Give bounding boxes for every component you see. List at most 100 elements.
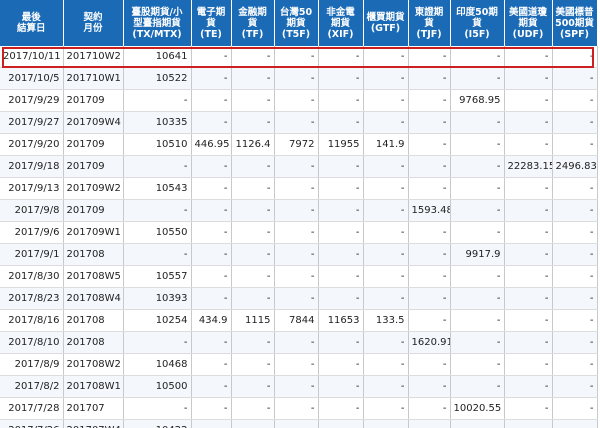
price-cell: 11955 [318,133,364,156]
price-cell: - [363,353,409,376]
price-cell: 10500 [123,375,192,398]
price-cell: - [274,46,319,68]
table-row: 2017/9/1 201708- - - - - - -9917.9- - [0,243,598,266]
price-cell: - [363,243,409,266]
column-header-line: 櫃買期貨 [366,12,405,23]
price-cell: - [504,397,553,420]
price-cell: - [318,353,364,376]
price-cell: - [231,199,275,222]
price-cell: - [408,221,451,244]
price-cell: - [274,397,319,420]
settlement-date-cell: 2017/9/27 [0,111,64,134]
price-cell: - [318,375,364,398]
price-cell: - [408,243,451,266]
table-row: 2017/9/13 201709W2 10543- - - - - - - - - [0,177,598,200]
price-cell: - [408,287,451,310]
price-cell: - [123,155,192,178]
price-cell: - [191,111,232,134]
price-cell: - [408,111,451,134]
price-cell: 10393 [123,287,192,310]
contract-month-cell: 201710W2 [63,46,124,68]
price-cell: - [450,46,505,68]
price-cell: - [318,177,364,200]
price-cell: - [231,265,275,288]
price-cell: - [274,353,319,376]
settlement-table-view: 最後 結算日 契約 月份 臺股期貨/小 型臺指期貨 (TX/MTX) 電子期貨 (TE) 金融期貨… [0,0,600,428]
column-header-line: 金融期 [238,6,267,18]
price-cell: - [318,243,364,266]
price-cell: - [363,419,409,428]
price-cell: - [363,331,409,354]
price-cell: - [552,46,598,68]
settlement-date-cell: 2017/8/23 [0,287,64,310]
price-cell: - [450,133,505,156]
price-cell: - [191,46,232,68]
settlement-date-cell: 2017/10/5 [0,67,64,90]
price-cell: - [318,287,364,310]
price-cell: - [191,199,232,222]
price-cell: - [274,199,319,222]
price-cell: - [408,133,451,156]
price-cell: - [504,177,553,200]
price-cell: 11653 [318,309,364,332]
price-cell: - [552,67,598,90]
price-cell: - [450,375,505,398]
price-cell: - [318,199,364,222]
contract-month-cell: 201709 [63,155,124,178]
price-cell: - [363,155,409,178]
price-cell: - [191,353,232,376]
table-row: 2017/9/8 201709- - - - - -1593.48- - - [0,199,598,222]
price-cell: 10510 [123,133,192,156]
price-cell: - [318,221,364,244]
price-cell: - [274,111,319,134]
table-row: 2017/8/2 201708W1 10500- - - - - - - - - [0,375,598,398]
price-cell: - [552,287,598,310]
price-cell: 10550 [123,221,192,244]
table-row: 2017/8/23 201708W4 10393- - - - - - - - - [0,287,598,310]
price-cell: - [123,243,192,266]
price-cell: - [318,265,364,288]
price-cell: - [231,221,275,244]
table-row: 2017/10/5 201710W1 10522- - - - - - - - - [0,67,598,90]
price-cell: - [552,243,598,266]
price-cell: - [363,46,409,68]
contract-month-cell: 201709W4 [63,111,124,134]
price-cell: - [231,375,275,398]
table-row: 2017/9/6 201709W1 10550- - - - - - - - - [0,221,598,244]
price-cell: - [408,46,451,68]
price-cell: - [552,419,598,428]
column-header-line: (GTF) [370,23,401,34]
column-header-line: (T5F) [281,28,311,40]
column-header: 金融期貨 (TF) [231,0,275,46]
price-cell: - [231,46,275,68]
price-cell: - [504,199,553,222]
table-header: 最後 結算日 契約 月份 臺股期貨/小 型臺指期貨 (TX/MTX) 電子期貨 (TE) 金融期貨… [0,0,598,46]
column-header: 契約 月份 [63,0,124,46]
settlement-date-cell: 2017/9/6 [0,221,64,244]
price-cell: - [552,177,598,200]
price-cell: - [552,221,598,244]
price-cell: - [552,265,598,288]
price-cell: - [191,419,232,428]
table-row: 2017/8/16 201708 10254 434.9 1115 7844 11653 13… [0,309,598,332]
contract-month-cell: 201707W4 [63,419,124,428]
settlement-date-cell: 2017/8/30 [0,265,64,288]
price-cell: 133.5 [363,309,409,332]
price-cell: - [274,89,319,112]
price-cell: - [504,419,553,428]
settlement-date-cell: 2017/8/10 [0,331,64,354]
table-row: 2017/8/9 201708W2 10468- - - - - - - - - [0,353,598,376]
column-header-line: 東證期貨 [414,6,444,29]
table-row: 2017/10/11 201710W2 10641- - - - - - - - - [0,46,598,68]
price-cell: 10641 [123,46,192,68]
price-cell: - [504,67,553,90]
price-cell: - [318,331,364,354]
column-header-line: (XIF) [327,28,354,40]
price-cell: - [274,221,319,244]
price-cell: 7844 [274,309,319,332]
price-cell: - [231,287,275,310]
contract-month-cell: 201709 [63,89,124,112]
column-header-line: 期貨 [518,17,538,29]
price-cell: - [450,265,505,288]
price-cell: - [231,89,275,112]
